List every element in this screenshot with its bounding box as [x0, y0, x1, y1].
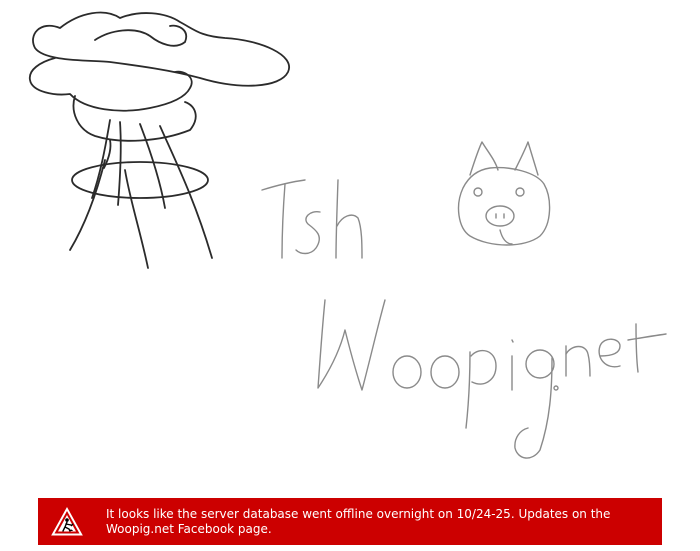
site-logo: [28, 11, 667, 459]
server-offline-notice: It looks like the server database went o…: [38, 498, 662, 545]
logo-text-woopig-net: [317, 299, 667, 459]
mushroom-cloud-icon: [28, 11, 291, 269]
notice-message: It looks like the server database went o…: [106, 506, 611, 536]
pig-face-icon: [457, 141, 551, 246]
road-works-warning-icon: [51, 506, 83, 535]
logo-text-tsh: [261, 179, 363, 259]
